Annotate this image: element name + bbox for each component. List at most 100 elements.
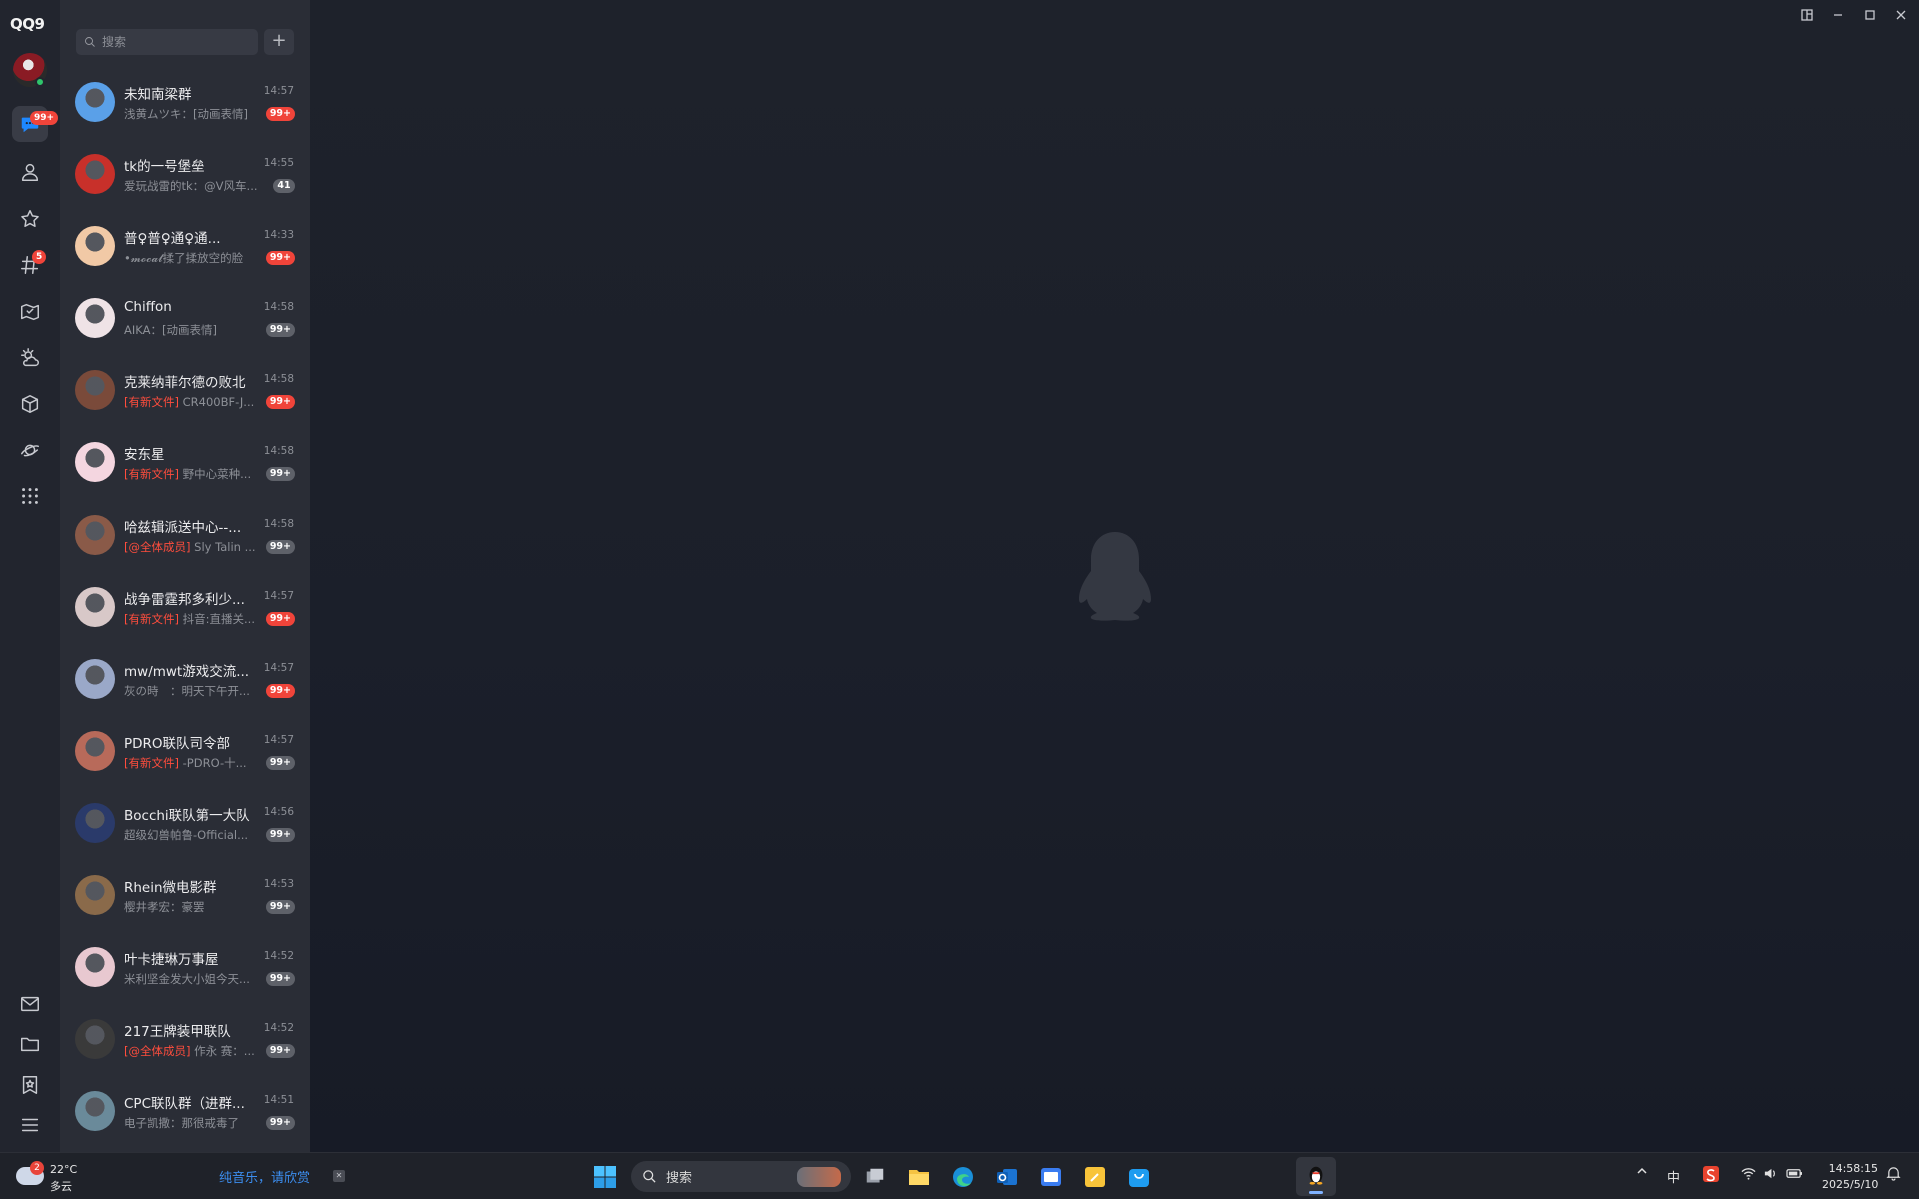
- wifi-button[interactable]: [1741, 1166, 1756, 1185]
- close-button[interactable]: [1886, 4, 1916, 26]
- conversation-time: 14:58: [263, 301, 294, 314]
- conversation-item[interactable]: 克莱纳菲尔德の败北 14:58 [有新文件] CR400BF-J... 99+: [60, 354, 310, 426]
- edge-logo-icon: [953, 1167, 973, 1187]
- conversation-tag: [有新文件]: [124, 755, 179, 770]
- conversation-item[interactable]: Rhein微电影群 14:53 樱井孝宏：豪罢 99+: [60, 859, 310, 931]
- conversation-item[interactable]: 战争雷霆邦多利少... 14:57 [有新文件] 抖音:直播关... 99+: [60, 571, 310, 643]
- conversation-time: 14:57: [263, 661, 294, 674]
- conversation-time: 14:53: [263, 878, 294, 891]
- conversation-name: 普♀普♀通♀通...: [124, 231, 221, 248]
- conversation-name: mw/mwt游戏交流...: [124, 663, 250, 680]
- app-logo: QQ9: [10, 15, 45, 33]
- weather-notification-badge: 2: [30, 1161, 44, 1175]
- qq-taskbar-button[interactable]: [1296, 1157, 1336, 1196]
- system-clock[interactable]: 14:58:15 2025/5/10: [1822, 1161, 1878, 1193]
- sticky-note-icon: [1085, 1167, 1105, 1187]
- conversation-name: Bocchi联队第一大队: [124, 807, 250, 824]
- conversation-item[interactable]: tk的一号堡垒 14:55 爱玩战雷的tk：@V风车... 41: [60, 138, 310, 210]
- rail-contacts-button[interactable]: [12, 154, 48, 190]
- start-button[interactable]: [591, 1163, 619, 1191]
- ime-indicator[interactable]: 中: [1667, 1167, 1680, 1186]
- conversation-preview-text: 爱玩战雷的tk：@V风车...: [124, 179, 258, 194]
- weather-widget[interactable]: 2 22°C 多云: [16, 1161, 78, 1193]
- conversation-item[interactable]: CPC联队群（进群... 14:51 电子凯撒：那很戒毒了 99+: [60, 1075, 310, 1147]
- conversation-preview-text: -PDRO-十...: [178, 755, 247, 770]
- conversation-preview: [有新文件] 抖音:直播关...: [124, 611, 258, 627]
- conversation-item[interactable]: 217王牌装甲联队 14:52 [@全体成员] 作永 赛：... 99+: [60, 1003, 310, 1075]
- conversation-name: 未知南梁群: [124, 87, 192, 103]
- mail-icon: [21, 996, 39, 1012]
- edge-browser-button[interactable]: [949, 1163, 977, 1191]
- battery-button[interactable]: [1786, 1166, 1803, 1185]
- minimize-button[interactable]: [1823, 4, 1853, 26]
- rail-favorites-button[interactable]: [12, 201, 48, 237]
- conversation-item[interactable]: PDRO联队司令部 14:57 [有新文件] -PDRO-十... 99+: [60, 715, 310, 787]
- conversation-item[interactable]: 哈兹辑派送中心--... 14:58 [@全体成员] Sly Talin ... 99…: [60, 499, 310, 571]
- search-box[interactable]: [76, 29, 258, 55]
- conversation-item[interactable]: 普♀普♀通♀通... 14:33 •𝓶𝓸𝓬𝓪𝓽揉了揉放空的脸 99+: [60, 210, 310, 282]
- conversation-tag: [有新文件]: [124, 395, 179, 410]
- unread-badge: 99+: [265, 1116, 295, 1131]
- search-icon: [643, 1170, 656, 1183]
- conversation-time: 14:51: [263, 1094, 294, 1107]
- conversation-item[interactable]: 叶卡捷琳万事屋 14:52 米利坚金发大小姐今天... 99+: [60, 931, 310, 1003]
- rail-menu-button[interactable]: [12, 1107, 48, 1143]
- sidebar-toggle-button[interactable]: [1792, 4, 1822, 26]
- sogou-ime-button[interactable]: [1703, 1166, 1719, 1186]
- rail-weather-button[interactable]: [12, 340, 48, 376]
- conversation-preview: [@全体成员] Sly Talin ...: [124, 539, 258, 555]
- conversation-preview: [有新文件] 野中心菜种...: [124, 466, 258, 482]
- qq-penguin-watermark-icon: [1079, 532, 1151, 621]
- outlook-button[interactable]: [993, 1163, 1021, 1191]
- rail-mail-button[interactable]: [12, 986, 48, 1022]
- sticky-notes-button[interactable]: [1081, 1163, 1109, 1191]
- unread-badge: 41: [273, 179, 295, 194]
- conversation-time: 14:57: [263, 85, 294, 97]
- conversation-item[interactable]: mw/mwt游戏交流... 14:57 灰の時 ：明天下午开... 99+: [60, 643, 310, 715]
- tray-overflow-button[interactable]: [1636, 1165, 1648, 1181]
- conversation-item[interactable]: Chiffon 14:58 AIKA：[动画表情] 99+: [60, 282, 310, 354]
- conversation-item[interactable]: 安东星 14:58 [有新文件] 野中心菜种... 99+: [60, 426, 310, 498]
- conversation-avatar: [75, 658, 115, 699]
- unread-badge: 99+: [265, 251, 295, 266]
- music-ticker-close-icon[interactable]: ✕: [333, 1170, 345, 1182]
- notification-center-button[interactable]: [1886, 1166, 1901, 1185]
- weather-condition: 多云: [50, 1180, 72, 1193]
- chevron-up-icon: [1637, 1167, 1647, 1174]
- maximize-button[interactable]: [1855, 4, 1885, 26]
- taskbar-search[interactable]: 搜索: [631, 1161, 851, 1192]
- conversation-time: 14:57: [263, 733, 294, 746]
- bookmark-star-icon: [22, 1076, 38, 1094]
- rail-files-button[interactable]: [12, 1026, 48, 1062]
- conversation-avatar: [75, 1091, 115, 1132]
- volume-button[interactable]: [1763, 1166, 1778, 1185]
- rail-planet-button[interactable]: [12, 432, 48, 468]
- task-view-button[interactable]: [861, 1163, 889, 1191]
- app-launcher-button[interactable]: [1037, 1163, 1065, 1191]
- conversation-tag: [@全体成员]: [124, 1044, 191, 1059]
- unread-badge: 99+: [265, 323, 295, 338]
- conversation-preview-text: •𝓶𝓸𝓬𝓪𝓽揉了揉放空的脸: [124, 251, 244, 266]
- rail-more-apps-button[interactable]: [12, 478, 48, 514]
- music-ticker[interactable]: 纯音乐，请欣赏: [219, 1167, 310, 1186]
- store-button[interactable]: [1125, 1163, 1153, 1191]
- rail-docs-button[interactable]: [12, 386, 48, 422]
- conversation-item[interactable]: 未知南梁群 14:57 浅黄ムツキ：[动画表情] 99+: [60, 66, 310, 138]
- search-input[interactable]: [102, 35, 252, 49]
- unread-badge: 99+: [265, 900, 295, 915]
- rail-games-button[interactable]: [12, 294, 48, 330]
- add-button[interactable]: +: [264, 29, 294, 55]
- conversation-name: Rhein微电影群: [124, 880, 217, 897]
- unread-badge: 99+: [265, 827, 295, 842]
- conversation-name: 战争雷霆邦多利少...: [124, 591, 245, 608]
- conversation-preview-text: Sly Talin ...: [190, 539, 256, 554]
- conversation-preview: 电子凯撒：那很戒毒了: [124, 1115, 258, 1131]
- file-explorer-button[interactable]: [905, 1163, 933, 1191]
- rail-bookmarks-button[interactable]: [12, 1067, 48, 1103]
- conversation-name: PDRO联队司令部: [124, 735, 231, 752]
- grid-dots-icon: [22, 488, 38, 504]
- conversation-item[interactable]: Bocchi联队第一大队 14:56 超级幻兽帕鲁-Official... 99+: [60, 787, 310, 859]
- conversation-preview: 樱井孝宏：豪罢: [124, 899, 258, 915]
- conversation-time: 14:58: [263, 373, 294, 386]
- weather-temperature: 22°C: [50, 1163, 78, 1176]
